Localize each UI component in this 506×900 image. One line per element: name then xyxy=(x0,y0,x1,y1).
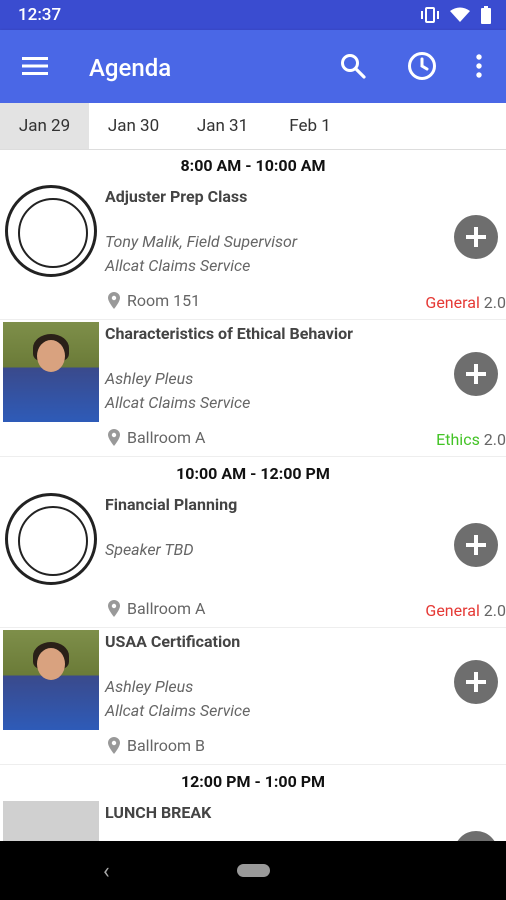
track-label: General xyxy=(425,293,480,312)
company-logo xyxy=(3,185,99,285)
time-slot-header: 12:00 PM - 1:00 PM xyxy=(180,772,326,791)
speaker-name: Ashley Pleus xyxy=(105,369,194,388)
plus-icon xyxy=(466,672,486,692)
session-title: Financial Planning xyxy=(105,495,238,514)
clock-icon[interactable] xyxy=(404,48,440,84)
tab-jan-29[interactable]: Jan 29 xyxy=(0,103,89,149)
plus-icon xyxy=(466,364,486,384)
add-to-schedule-button[interactable] xyxy=(454,523,498,567)
battery-icon xyxy=(480,6,492,28)
session-row[interactable]: USAA Certification Ashley Pleus Allcat Cla… xyxy=(0,628,506,765)
add-to-schedule-button[interactable] xyxy=(454,352,498,396)
location-pin-icon xyxy=(108,600,120,617)
track-label: General xyxy=(425,601,480,620)
speaker-company: Allcat Claims Service xyxy=(105,701,251,720)
status-icons xyxy=(420,6,492,28)
app-bar: Agenda xyxy=(0,30,506,103)
more-options-icon[interactable] xyxy=(461,48,497,84)
session-title: Adjuster Prep Class xyxy=(105,187,248,206)
plus-icon xyxy=(466,227,486,247)
session-location: Room 151 xyxy=(108,291,200,310)
agenda-list[interactable]: 8:00 AM - 10:00 AM Adjuster Prep Class Ton… xyxy=(0,149,506,841)
tab-feb-1[interactable]: Feb 1 xyxy=(267,103,353,149)
time-slot-header: 8:00 AM - 10:00 AM xyxy=(180,156,326,175)
location-label: Room 151 xyxy=(127,291,201,310)
session-location: Ballroom A xyxy=(108,599,205,618)
home-pill-icon[interactable] xyxy=(237,864,270,877)
wifi-icon xyxy=(450,7,470,27)
add-to-schedule-button[interactable] xyxy=(454,831,498,841)
session-row[interactable]: Adjuster Prep Class Tony Malik, Field Sup… xyxy=(0,183,506,320)
credit-hours: 2.0 xyxy=(483,293,506,312)
session-track: General 2.0 xyxy=(425,601,506,620)
location-pin-icon xyxy=(108,737,120,754)
speaker-company: Allcat Claims Service xyxy=(105,393,251,412)
session-speaker: Tony Malik, Field Supervisor Allcat Claim… xyxy=(105,230,297,278)
session-row[interactable]: LUNCH BREAK xyxy=(0,799,506,841)
status-bar: 12:37 xyxy=(0,0,506,30)
location-pin-icon xyxy=(108,429,120,446)
vibrate-icon xyxy=(420,7,440,27)
menu-icon[interactable] xyxy=(17,48,53,84)
location-label: Ballroom B xyxy=(127,736,205,755)
status-time: 12:37 xyxy=(18,5,62,25)
track-label: Ethics xyxy=(436,430,480,449)
search-icon[interactable] xyxy=(335,48,371,84)
back-icon[interactable]: ‹ xyxy=(103,859,110,884)
tab-jan-30[interactable]: Jan 30 xyxy=(89,103,178,149)
session-location: Ballroom A xyxy=(108,428,205,447)
speaker-photo xyxy=(3,630,99,730)
date-tabs: Jan 29 Jan 30 Jan 31 Feb 1 xyxy=(0,103,506,150)
session-speaker: Ashley Pleus Allcat Claims Service xyxy=(105,367,250,415)
add-to-schedule-button[interactable] xyxy=(454,660,498,704)
company-logo xyxy=(3,493,99,593)
system-nav-bar: ‹ xyxy=(0,841,506,900)
session-row[interactable]: Financial Planning Speaker TBD Ballroom A G… xyxy=(0,491,506,628)
speaker-name: Speaker TBD xyxy=(105,540,194,559)
session-title: LUNCH BREAK xyxy=(105,803,212,822)
session-speaker: Speaker TBD xyxy=(105,538,194,562)
session-track: General 2.0 xyxy=(425,293,506,312)
location-label: Ballroom A xyxy=(127,599,206,618)
location-pin-icon xyxy=(108,292,120,309)
time-slot-header: 10:00 AM - 12:00 PM xyxy=(176,464,330,483)
location-label: Ballroom A xyxy=(127,428,206,447)
session-location: Ballroom B xyxy=(108,736,205,755)
session-speaker: Ashley Pleus Allcat Claims Service xyxy=(105,675,250,723)
session-title: USAA Certification xyxy=(105,632,241,651)
credit-hours: 2.0 xyxy=(483,430,506,449)
plus-icon xyxy=(466,535,486,555)
speaker-name: Ashley Pleus xyxy=(105,677,194,696)
credit-hours: 2.0 xyxy=(483,601,506,620)
speaker-photo xyxy=(3,322,99,422)
add-to-schedule-button[interactable] xyxy=(454,215,498,259)
speaker-company: Allcat Claims Service xyxy=(105,256,251,275)
session-title: Characteristics of Ethical Behavior xyxy=(105,324,353,343)
session-track: Ethics 2.0 xyxy=(436,430,506,449)
session-image-placeholder xyxy=(3,801,99,841)
session-row[interactable]: Characteristics of Ethical Behavior Ashle… xyxy=(0,320,506,457)
speaker-name: Tony Malik, Field Supervisor xyxy=(105,232,298,251)
tab-jan-31[interactable]: Jan 31 xyxy=(178,103,267,149)
page-title: Agenda xyxy=(89,54,172,82)
